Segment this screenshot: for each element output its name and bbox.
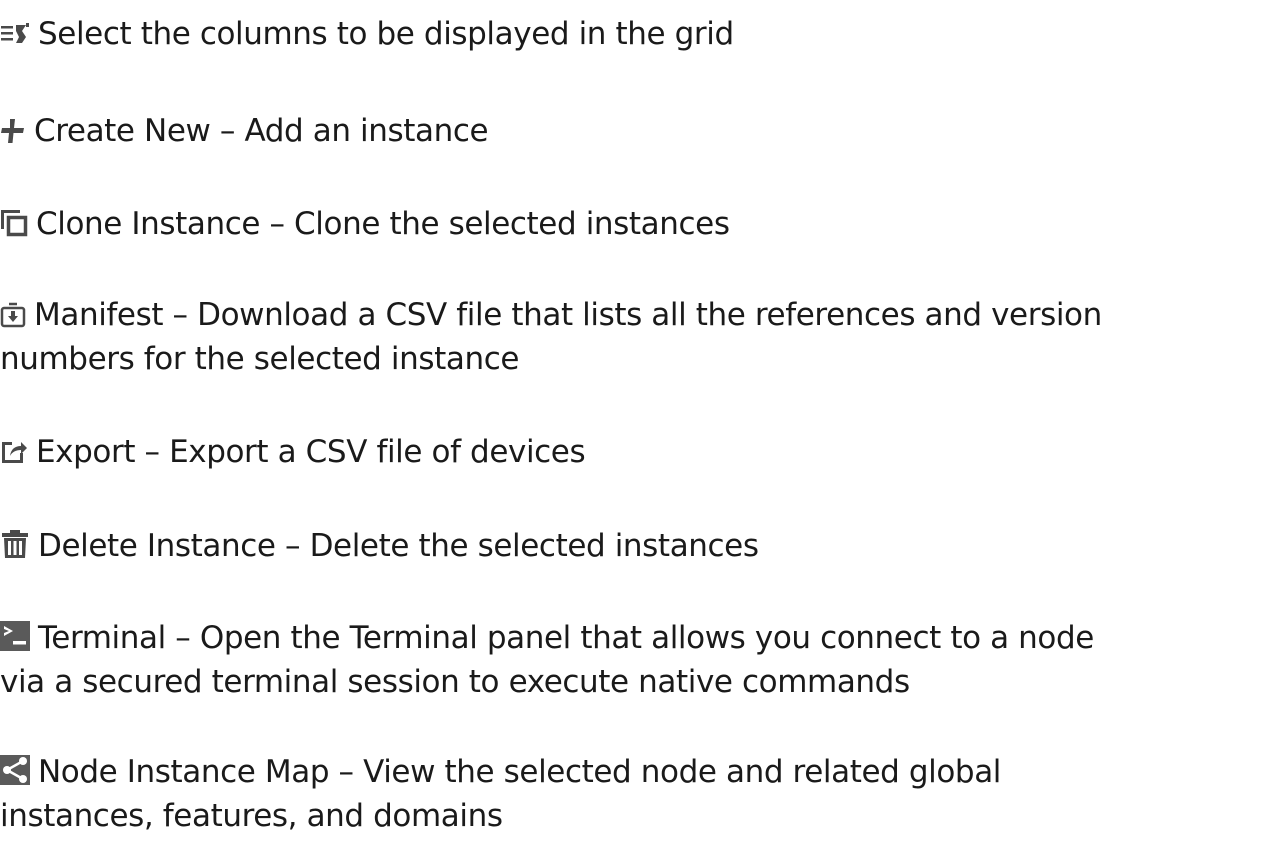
legend-item-text: Manifest – Download a CSV file that list… [34, 297, 1102, 333]
clone-icon [0, 209, 28, 237]
legend-item-clone-instance: Clone Instance – Clone the selected inst… [0, 202, 1271, 246]
plus-icon [0, 118, 26, 144]
legend-item-text: Clone Instance – Clone the selected inst… [36, 206, 730, 242]
legend-item-text: Node Instance Map – View the selected no… [38, 754, 1001, 790]
legend-item-text-continued: instances, features, and domains [0, 798, 503, 834]
legend-item-node-instance-map: Node Instance Map – View the selected no… [0, 750, 1271, 838]
legend-item-export: Export – Export a CSV file of devices [0, 430, 1271, 474]
legend-item-text-continued: numbers for the selected instance [0, 341, 520, 377]
trash-icon [0, 529, 30, 559]
legend-item-delete-instance: Delete Instance – Delete the selected in… [0, 524, 1271, 568]
column-chooser-icon [0, 23, 30, 47]
legend-item-text: Select the columns to be displayed in th… [38, 16, 734, 52]
download-box-icon [0, 302, 26, 328]
legend-item-text: Terminal – Open the Terminal panel that … [38, 620, 1094, 656]
legend-item-text: Export – Export a CSV file of devices [36, 434, 586, 470]
export-icon [0, 437, 28, 465]
terminal-icon [0, 621, 30, 651]
legend-item-text: Delete Instance – Delete the selected in… [38, 528, 759, 564]
legend-item-text-continued: via a secured terminal session to execut… [0, 664, 910, 700]
legend-item-manifest: Manifest – Download a CSV file that list… [0, 293, 1271, 381]
legend-item-create-new: Create New – Add an instance [0, 109, 1271, 153]
legend-item-select-columns: Select the columns to be displayed in th… [0, 12, 1271, 56]
share-node-icon [0, 755, 30, 785]
legend-item-text: Create New – Add an instance [34, 113, 489, 149]
legend-item-terminal: Terminal – Open the Terminal panel that … [0, 616, 1271, 704]
icon-legend-list: Select the columns to be displayed in th… [0, 0, 1271, 865]
